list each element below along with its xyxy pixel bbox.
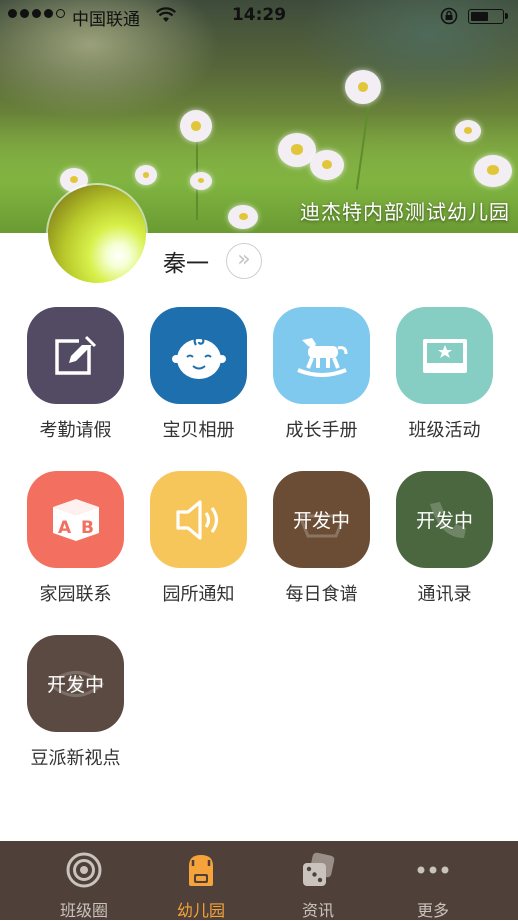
battery-icon: [468, 9, 508, 24]
svg-text:B: B: [81, 518, 94, 538]
avatar[interactable]: [48, 185, 146, 283]
daisy-flower: [455, 120, 481, 142]
menu-item-album[interactable]: 宝贝相册: [137, 307, 260, 442]
more-dots-icon: [417, 866, 449, 874]
profile-detail-button[interactable]: »: [226, 243, 262, 279]
menu-icon-bg: [396, 307, 493, 404]
daisy-flower: [474, 155, 512, 187]
menu-item-label: 园所通知: [162, 584, 235, 605]
menu-icon-bg: 开发中: [396, 471, 493, 568]
in-development-label: 开发中: [46, 674, 104, 696]
menu-item-label: 豆派新视点: [30, 748, 121, 769]
school-bag-icon: [189, 855, 213, 886]
tab-label: 班级圈: [59, 901, 108, 920]
rocking-horse-icon: [296, 337, 347, 377]
menu-item-label: 通讯录: [417, 584, 472, 605]
menu-item-growth-book[interactable]: 成长手册: [260, 307, 383, 442]
menu-item-label: 考勤请假: [39, 420, 112, 441]
tab-news[interactable]: 资讯: [253, 841, 383, 920]
menu-item-label: 每日食谱: [285, 584, 358, 605]
menu-item-home-school-contact[interactable]: A B 家园联系: [14, 471, 137, 606]
speaker-icon: [175, 499, 218, 540]
tab-more[interactable]: 更多: [368, 841, 498, 920]
school-name: 迪杰特内部测试幼儿园: [300, 200, 510, 224]
double-chevron-right-icon: »: [237, 247, 251, 272]
user-name: 秦一: [163, 251, 209, 277]
baby-face-icon: [171, 334, 226, 379]
menu-item-class-activity[interactable]: 班级活动: [383, 307, 506, 442]
tab-label: 更多: [416, 901, 449, 920]
menu-item-label: 班级活动: [408, 420, 481, 441]
tab-class-circle[interactable]: 班级圈: [19, 841, 149, 920]
daisy-flower: [345, 70, 381, 104]
menu-icon-bg: 开发中: [27, 635, 124, 732]
in-development-label: 开发中: [292, 510, 350, 532]
daisy-flower: [310, 150, 344, 180]
daisy-flower: [228, 205, 258, 229]
menu-icon-bg: [150, 471, 247, 568]
edit-icon: [54, 335, 99, 375]
menu-item-contacts[interactable]: 开发中 通讯录: [383, 471, 506, 606]
tab-label: 幼儿园: [176, 901, 225, 920]
ab-block-icon: A B: [52, 498, 99, 541]
menu-item-label: 成长手册: [285, 420, 358, 441]
bottom-tab-bar: 班级圈 幼儿园 资讯 更多: [0, 841, 518, 920]
rotation-lock-icon: [440, 7, 458, 25]
menu-icon-bg: [150, 307, 247, 404]
daisy-flower: [190, 172, 212, 190]
daisy-flower: [180, 110, 212, 142]
menu-item-doupai-news[interactable]: 开发中 豆派新视点: [14, 635, 137, 770]
menu-item-label: 宝贝相册: [162, 420, 235, 441]
menu-item-attendance[interactable]: 考勤请假: [14, 307, 137, 442]
tab-label: 资讯: [301, 901, 334, 920]
tab-kindergarten[interactable]: 幼儿园: [136, 841, 266, 920]
menu-icon-bg: A B: [27, 471, 124, 568]
svg-text:A: A: [58, 518, 72, 538]
menu-icon-bg: 开发中: [273, 471, 370, 568]
menu-icon-bg: [27, 307, 124, 404]
photo-frame-icon: [422, 338, 467, 373]
status-bar: 中国联通 14:29: [0, 0, 518, 34]
menu-item-label: 家园联系: [39, 584, 112, 605]
in-development-label: 开发中: [415, 510, 473, 532]
menu-item-notices[interactable]: 园所通知: [137, 471, 260, 606]
menu-icon-bg: [273, 307, 370, 404]
target-icon: [66, 852, 102, 888]
menu-item-daily-recipe[interactable]: 开发中 每日食谱: [260, 471, 383, 606]
daisy-flower: [135, 165, 157, 185]
dice-icon: [303, 852, 335, 886]
